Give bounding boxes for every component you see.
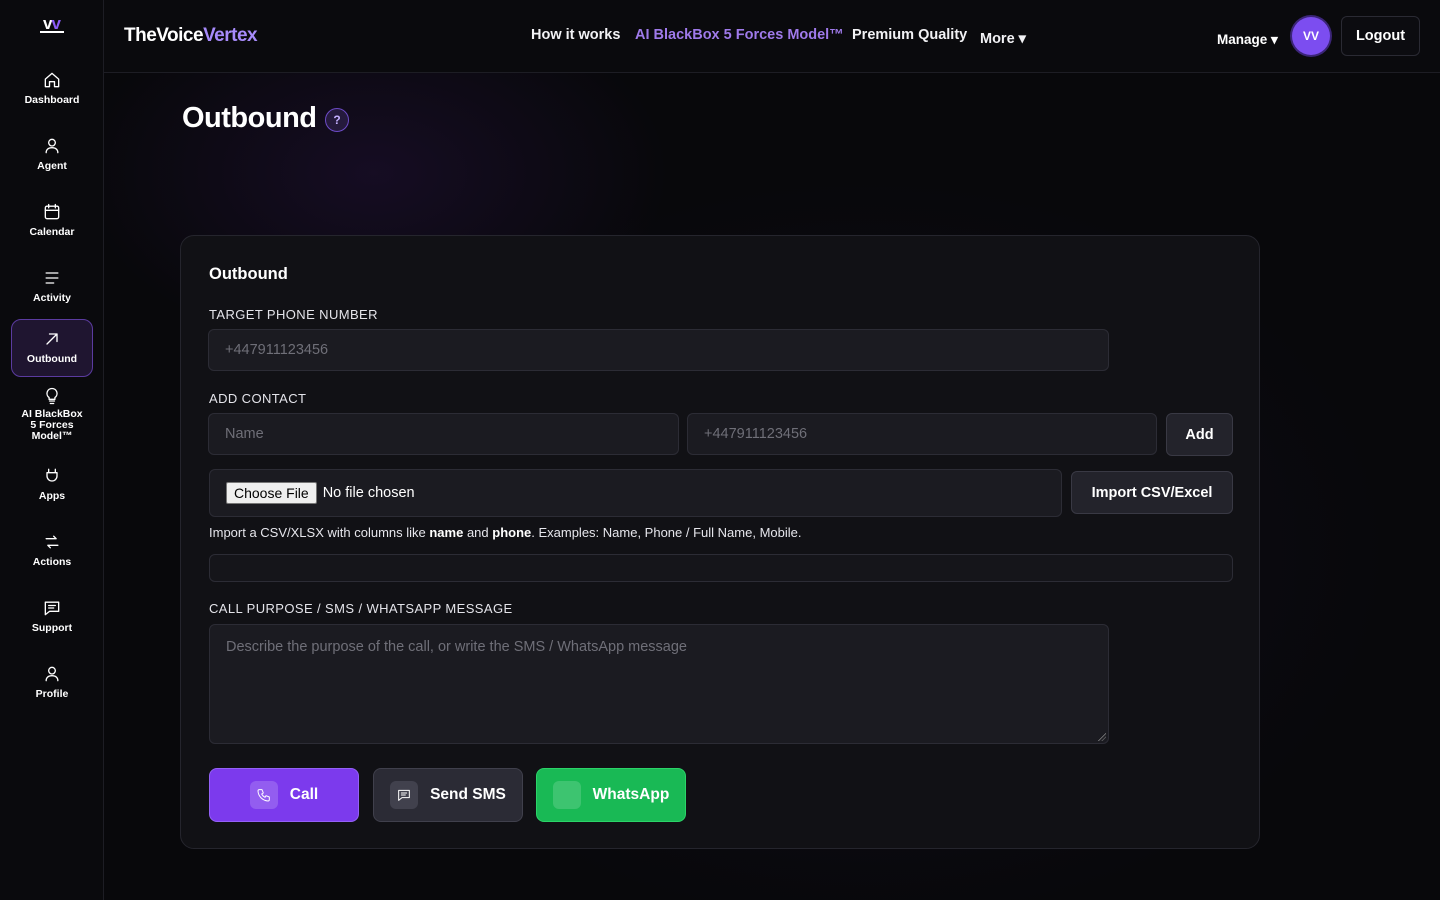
sidebar-item-ai-blackbox[interactable]: AI BlackBox 5 Forces Model™ bbox=[11, 378, 93, 444]
contact-phone-input[interactable]: +447911123456 bbox=[687, 413, 1157, 455]
manage-dropdown[interactable]: Manage ▾ bbox=[1217, 32, 1278, 48]
nav-more-dropdown[interactable]: More ▾ bbox=[980, 31, 1026, 47]
nav-ai-blackbox[interactable]: AI BlackBox 5 Forces Model™ bbox=[635, 27, 844, 43]
sidebar-item-label: Actions bbox=[32, 556, 72, 568]
sidebar-item-label: Apps bbox=[38, 490, 66, 502]
avatar[interactable]: VV bbox=[1292, 17, 1330, 55]
hint-and: and bbox=[463, 525, 493, 540]
sidebar-item-label: Calendar bbox=[29, 226, 75, 238]
send-sms-button[interactable]: Send SMS bbox=[373, 768, 523, 822]
user-icon bbox=[45, 138, 59, 154]
sidebar-item-actions[interactable]: Actions bbox=[11, 524, 93, 582]
call-button[interactable]: Call bbox=[209, 768, 359, 822]
hint-prefix: Import a CSV/XLSX with columns like bbox=[209, 525, 430, 540]
add-contact-label: ADD CONTACT bbox=[209, 391, 307, 406]
arrow-up-right-icon bbox=[46, 333, 58, 345]
choose-file-button[interactable]: Choose File bbox=[226, 482, 317, 504]
sidebar-item-label: Activity bbox=[33, 292, 71, 304]
import-csv-button[interactable]: Import CSV/Excel bbox=[1071, 471, 1233, 514]
purpose-placeholder: Describe the purpose of the call, or wri… bbox=[226, 639, 687, 655]
purpose-textarea[interactable]: Describe the purpose of the call, or wri… bbox=[209, 624, 1109, 744]
outbound-card: Outbound TARGET PHONE NUMBER +4479111234… bbox=[180, 235, 1260, 849]
whatsapp-icon bbox=[552, 781, 581, 809]
sidebar-item-apps[interactable]: Apps bbox=[11, 458, 93, 516]
message-icon bbox=[44, 601, 60, 616]
sidebar-item-label: Agent bbox=[37, 160, 67, 172]
help-button[interactable]: ? bbox=[325, 108, 349, 132]
hint-suffix: . Examples: Name, Phone / Full Name, Mob… bbox=[531, 525, 802, 540]
sidebar-item-dashboard[interactable]: Dashboard bbox=[11, 62, 93, 120]
whatsapp-button[interactable]: WhatsApp bbox=[536, 768, 686, 822]
home-icon bbox=[44, 72, 60, 88]
sidebar-item-label: Profile bbox=[35, 688, 69, 700]
sms-button-label: Send SMS bbox=[430, 786, 506, 803]
brand-logo[interactable]: TheVoiceVertex bbox=[124, 25, 258, 47]
hint-phone: phone bbox=[492, 525, 532, 540]
sidebar-item-label: Outbound bbox=[26, 353, 78, 365]
user-icon bbox=[45, 666, 59, 682]
nav-premium-quality[interactable]: Premium Quality bbox=[852, 27, 967, 43]
lightbulb-icon bbox=[46, 387, 58, 405]
hint-name: name bbox=[429, 525, 464, 540]
sidebar-item-agent[interactable]: Agent bbox=[11, 128, 93, 186]
file-status: No file chosen bbox=[322, 485, 415, 501]
whatsapp-button-label: WhatsApp bbox=[592, 786, 670, 803]
import-progress-bar bbox=[209, 554, 1233, 582]
calendar-icon bbox=[44, 203, 60, 220]
sidebar-item-label: Dashboard bbox=[24, 94, 80, 106]
transfer-icon bbox=[45, 535, 59, 549]
brand-part2: Vertex bbox=[203, 25, 258, 46]
sidebar-item-label: AI BlackBox 5 Forces Model™ bbox=[21, 408, 83, 442]
sidebar-item-calendar[interactable]: Calendar bbox=[11, 194, 93, 252]
card-title: Outbound bbox=[209, 265, 288, 283]
sidebar-item-support[interactable]: Support bbox=[11, 590, 93, 648]
sidebar-item-label: Support bbox=[31, 622, 73, 634]
resize-handle[interactable] bbox=[1098, 733, 1106, 741]
file-input: Choose File No file chosen bbox=[209, 469, 1062, 517]
import-hint: Import a CSV/XLSX with columns like name… bbox=[209, 525, 801, 540]
logout-button[interactable]: Logout bbox=[1341, 16, 1420, 56]
phone-icon bbox=[249, 781, 278, 809]
message-icon bbox=[390, 781, 419, 809]
sidebar-item-profile[interactable]: Profile bbox=[11, 656, 93, 714]
contact-name-input[interactable]: Name bbox=[208, 413, 679, 455]
sidebar: vv Dashboard Agent Calendar Activity Out… bbox=[0, 0, 104, 900]
sidebar-item-outbound[interactable]: Outbound bbox=[11, 319, 93, 377]
purpose-label: CALL PURPOSE / SMS / WHATSAPP MESSAGE bbox=[209, 601, 513, 616]
logo-underline bbox=[40, 31, 64, 33]
target-phone-input[interactable]: +447911123456 bbox=[208, 329, 1109, 371]
call-button-label: Call bbox=[289, 786, 319, 803]
brand-part1: TheVoice bbox=[124, 25, 204, 46]
top-header: TheVoiceVertex How it works AI BlackBox … bbox=[104, 0, 1440, 73]
nav-how-it-works[interactable]: How it works bbox=[531, 27, 620, 43]
plug-icon bbox=[46, 468, 58, 482]
list-icon bbox=[45, 272, 59, 284]
target-phone-label: TARGET PHONE NUMBER bbox=[209, 307, 378, 322]
page-title: Outbound bbox=[182, 102, 317, 134]
sidebar-item-activity[interactable]: Activity bbox=[11, 260, 93, 318]
add-contact-button[interactable]: Add bbox=[1166, 413, 1233, 456]
